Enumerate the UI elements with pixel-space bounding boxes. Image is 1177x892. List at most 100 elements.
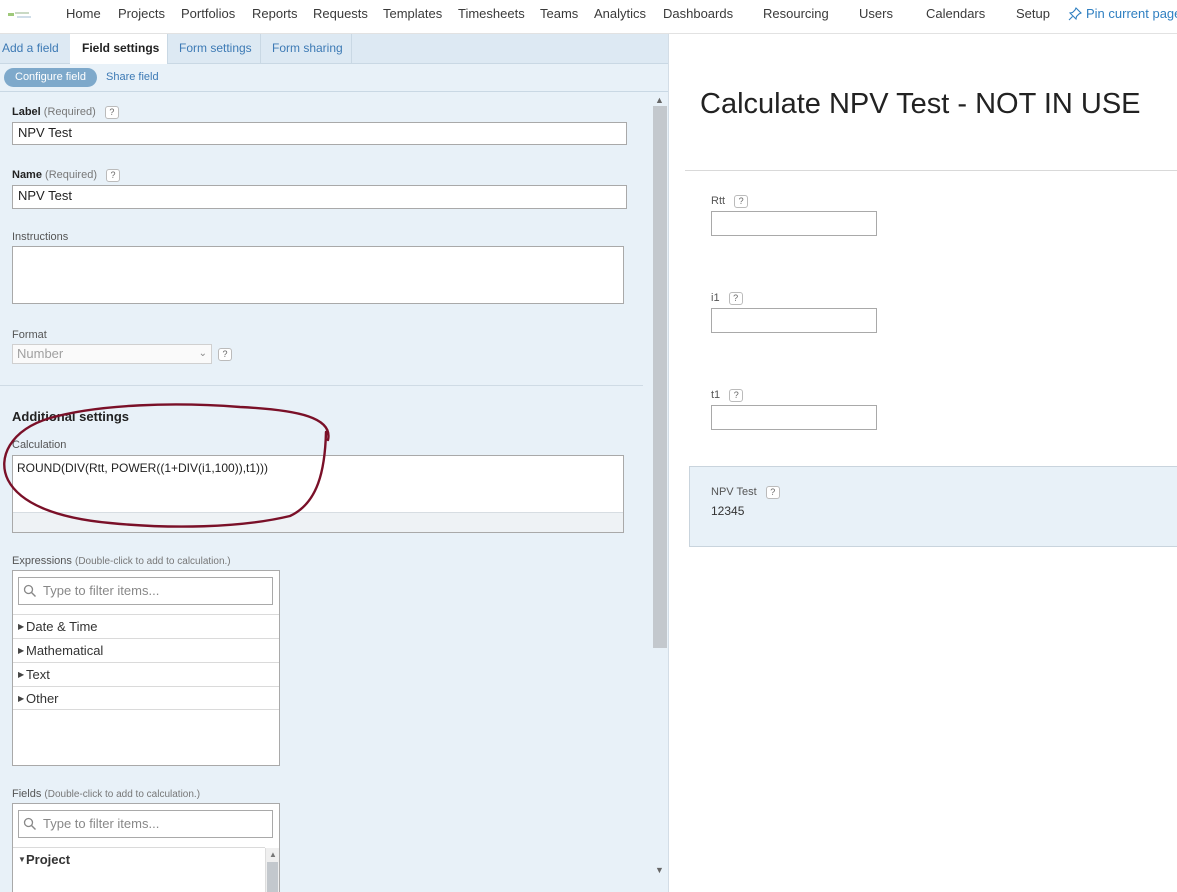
label-required: (Required) [43,106,96,118]
scroll-up-icon[interactable]: ▲ [655,95,664,105]
nav-templates[interactable]: Templates [383,6,442,21]
expression-group-other[interactable]: ▶ Other [13,686,279,710]
scroll-down-icon[interactable]: ▼ [655,865,664,875]
nav-teams[interactable]: Teams [540,6,578,21]
nav-dashboards[interactable]: Dashboards [663,6,733,21]
fields-filter-placeholder: Type to filter items... [43,816,160,831]
nav-reports[interactable]: Reports [252,6,298,21]
pin-label: Pin current page [1086,6,1177,21]
panel-scrollbar-thumb[interactable] [653,106,667,648]
nav-requests[interactable]: Requests [313,6,368,21]
search-icon [23,584,36,597]
name-title: Name [12,169,42,181]
nav-users[interactable]: Users [859,6,893,21]
label-input[interactable]: NPV Test [12,122,627,145]
nav-calendars[interactable]: Calendars [926,6,985,21]
caret-right-icon: ▶ [18,670,25,679]
tab-add-a-field[interactable]: Add a field [0,34,67,64]
nav-analytics[interactable]: Analytics [594,6,646,21]
expressions-filter-input[interactable]: Type to filter items... [18,577,273,605]
rtt-help-icon[interactable]: ? [734,195,749,208]
chevron-down-icon: ⌄ [198,348,207,359]
i1-help-icon[interactable]: ? [728,292,743,305]
form-title: Calculate NPV Test - NOT IN USE [700,88,1141,120]
rtt-input[interactable] [711,211,877,236]
name-input[interactable]: NPV Test [12,185,627,209]
field-group-label: Project [26,852,71,867]
expressions-title: Expressions [12,555,72,567]
expression-group-label: Other [26,691,59,706]
format-help-icon[interactable]: ? [218,348,232,361]
calculation-formula: ROUND(DIV(Rtt, POWER((1+DIV(i1,100)),t1)… [17,461,269,475]
caret-right-icon: ▶ [18,646,25,655]
format-selected-value: Number [17,346,64,361]
tab-field-settings[interactable]: Field settings [70,34,168,65]
pin-icon [1068,7,1082,21]
label-title: Label [12,106,41,118]
expression-group-mathematical[interactable]: ▶ Mathematical [13,638,279,662]
expressions-label: Expressions (Double-click to add to calc… [12,555,231,567]
caret-right-icon: ▶ [18,694,25,703]
name-required: (Required) [45,169,97,181]
top-navigation: Home Projects Portfolios Reports Request… [0,0,1177,34]
npv-test-value: 12345 [711,504,745,518]
field-group-project[interactable]: ▼ Project [13,847,265,871]
fields-filter-input[interactable]: Type to filter items... [18,810,273,838]
t1-help-icon[interactable]: ? [729,389,744,402]
expressions-hint: (Double-click to add to calculation.) [74,556,231,567]
tab-form-settings[interactable]: Form settings [168,34,261,64]
form-preview-panel: Calculate NPV Test - NOT IN USE Rtt ? i1… [670,34,1177,892]
expression-group-label: Mathematical [26,643,104,658]
label-help-icon[interactable]: ? [104,106,119,119]
calculation-status-bar [13,512,623,532]
expression-group-label: Date & Time [26,619,98,634]
settings-tabs: Add a field Field settings Form settings… [0,34,668,65]
label-field-label: Label (Required) ? [12,106,119,119]
pin-current-page-link[interactable]: Pin current page [1068,6,1177,21]
section-divider [0,385,643,386]
fields-title: Fields [12,788,42,800]
name-field-label: Name (Required) ? [12,169,121,182]
calculated-field-card[interactable] [689,466,1177,547]
format-label: Format [12,329,47,341]
nav-home[interactable]: Home [66,6,101,21]
rtt-label-text: Rtt [711,195,726,207]
i1-label-text: i1 [711,292,720,304]
nav-setup[interactable]: Setup [1016,6,1050,21]
caret-right-icon: ▶ [18,622,25,631]
npv-test-help-icon[interactable]: ? [765,486,780,499]
i1-label: i1 ? [711,292,743,305]
t1-input[interactable] [711,405,877,430]
fields-listbox: Type to filter items... ▼ Project ▲ [12,803,280,892]
expression-group-date-time[interactable]: ▶ Date & Time [13,614,279,638]
instructions-textarea[interactable] [12,246,624,304]
fields-scrollbar[interactable]: ▲ [265,848,279,892]
configure-field-button[interactable]: Configure field [4,68,97,87]
nav-projects[interactable]: Projects [118,6,165,21]
expression-group-label: Text [26,667,50,682]
caret-down-icon: ▼ [18,855,26,864]
expressions-listbox: Type to filter items... ▶ Date & Time ▶ Ma… [12,570,280,766]
app-logo[interactable] [8,9,34,23]
field-subtabs: Configure field Share field [0,64,668,92]
tab-form-sharing[interactable]: Form sharing [261,34,352,64]
nav-resourcing[interactable]: Resourcing [763,6,829,21]
t1-label-text: t1 [711,389,721,401]
format-select[interactable]: Number ⌄ [12,344,212,364]
additional-settings-heading: Additional settings [12,409,129,424]
scroll-up-icon[interactable]: ▲ [269,850,277,859]
i1-input[interactable] [711,308,877,333]
npv-test-label-text: NPV Test [711,486,757,498]
fields-label: Fields (Double-click to add to calculati… [12,788,200,800]
expression-group-text[interactable]: ▶ Text [13,662,279,686]
nav-timesheets[interactable]: Timesheets [458,6,525,21]
title-divider [685,170,1177,171]
npv-test-label: NPV Test ? [711,486,780,499]
calculation-label: Calculation [12,439,67,451]
t1-label: t1 ? [711,389,744,402]
rtt-label: Rtt ? [711,195,749,208]
name-help-icon[interactable]: ? [106,169,121,182]
share-field-link[interactable]: Share field [106,68,159,87]
fields-hint: (Double-click to add to calculation.) [44,789,201,800]
nav-portfolios[interactable]: Portfolios [181,6,235,21]
